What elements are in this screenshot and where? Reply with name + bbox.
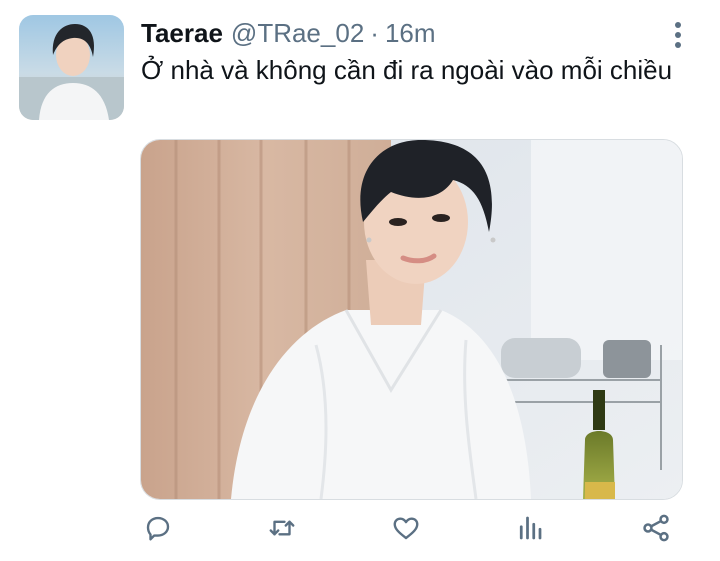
tweet-text: Ở nhà và không cần đi ra ngoài vào mỗi c…	[141, 55, 673, 85]
more-vertical-icon[interactable]	[665, 18, 691, 52]
author-avatar[interactable]	[19, 15, 124, 120]
more-dot	[675, 22, 681, 28]
reply-icon	[146, 516, 170, 541]
analytics-icon	[519, 516, 542, 540]
retweet-icon	[269, 520, 295, 536]
more-dot	[675, 32, 681, 38]
more-dot	[675, 42, 681, 48]
reply-button[interactable]	[140, 510, 176, 546]
heart-icon	[393, 517, 419, 540]
analytics-button[interactable]	[512, 510, 548, 546]
author-name[interactable]: Taerae	[141, 18, 223, 49]
share-button[interactable]	[638, 510, 674, 546]
share-icon	[643, 514, 669, 542]
tweet-media-image[interactable]	[140, 139, 683, 500]
tweet-timestamp[interactable]: 16m	[385, 18, 436, 49]
tweet-action-bar	[140, 510, 700, 550]
retweet-button[interactable]	[264, 510, 300, 546]
author-handle[interactable]: @TRae_02	[231, 18, 364, 49]
header-separator: ·	[370, 18, 379, 48]
like-button[interactable]	[388, 510, 424, 546]
tweet-header: Taerae @TRae_02 · 16m	[141, 18, 436, 50]
